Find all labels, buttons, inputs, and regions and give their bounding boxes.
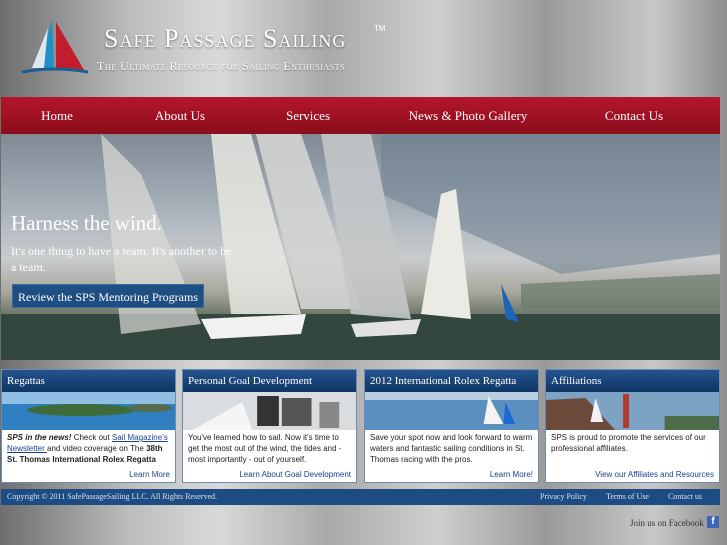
card-text: SPS is proud to promote the services of …	[551, 433, 706, 453]
nav-about-us[interactable]: About Us	[113, 108, 247, 124]
hero-banner: Harness the wind. It's one thing to have…	[1, 134, 720, 360]
hero-title: Harness the wind.	[11, 211, 163, 235]
card-rolex-regatta: 2012 International Rolex Regatta Save yo…	[364, 369, 539, 483]
feature-cards: Regattas SPS in the news! Check out Sail…	[1, 369, 720, 483]
nav-contact-us[interactable]: Contact Us	[567, 108, 701, 124]
card-text-pre: Check out	[71, 433, 112, 442]
main-nav: Home About Us Services News & Photo Gall…	[1, 97, 720, 134]
card-image[interactable]	[546, 392, 719, 430]
learn-more-regatta-link[interactable]: Learn More!	[490, 470, 533, 479]
brand-tagline: The Ultimate Resource for Sailing Enthus…	[97, 59, 346, 73]
copyright-text: Copyright © 2011 SafePassageSailing LLC.…	[7, 492, 217, 501]
card-title[interactable]: Personal Goal Development	[183, 370, 356, 392]
view-affiliates-link[interactable]: View our Affiliates and Resources	[595, 470, 714, 479]
learn-more-link[interactable]: Learn More	[129, 470, 170, 479]
site-header: Safe Passage Sailing TM The Ultimate Res…	[0, 0, 727, 97]
card-personal-goal-development: Personal Goal Development You've learned…	[182, 369, 357, 483]
card-text: SPS in the news! Check out Sail Magazine…	[2, 430, 175, 474]
card-image[interactable]	[365, 392, 538, 430]
card-image[interactable]	[183, 392, 356, 430]
terms-of-use-link[interactable]: Terms of Use	[606, 489, 649, 505]
card-text: You've learned how to sail. Now it's tim…	[188, 433, 342, 464]
brand-name[interactable]: Safe Passage Sailing	[104, 24, 346, 54]
site-footer: Copyright © 2011 SafePassageSailing LLC.…	[1, 489, 720, 505]
review-mentoring-button[interactable]: Review the SPS Mentoring Programs	[12, 284, 204, 308]
hero-text: It's one thing to have a team. It's anot…	[11, 244, 232, 274]
facebook-text[interactable]: Join us on Facebook	[630, 518, 704, 528]
card-affiliations: Affiliations SPS is proud to promote the…	[545, 369, 720, 483]
card-text-mid: and video coverage on The	[47, 444, 147, 453]
card-title[interactable]: Regattas	[2, 370, 175, 392]
learn-about-goal-development-link[interactable]: Learn About Goal Development	[239, 470, 351, 479]
sailboat-logo-icon[interactable]	[18, 18, 90, 76]
card-regattas: Regattas SPS in the news! Check out Sail…	[1, 369, 176, 483]
privacy-policy-link[interactable]: Privacy Policy	[540, 489, 587, 505]
trademark: TM	[374, 24, 386, 33]
card-text-strong: SPS in the news!	[7, 433, 72, 442]
card-title[interactable]: 2012 International Rolex Regatta	[365, 370, 538, 392]
nav-news-photo-gallery[interactable]: News & Photo Gallery	[369, 108, 567, 124]
nav-home[interactable]: Home	[1, 108, 113, 124]
card-title[interactable]: Affiliations	[546, 370, 719, 392]
nav-services[interactable]: Services	[247, 108, 369, 124]
facebook-icon[interactable]: f	[707, 516, 719, 528]
card-image[interactable]	[2, 392, 175, 430]
contact-us-link[interactable]: Contact us	[668, 489, 702, 505]
card-text: Save your spot now and look forward to w…	[370, 433, 533, 464]
